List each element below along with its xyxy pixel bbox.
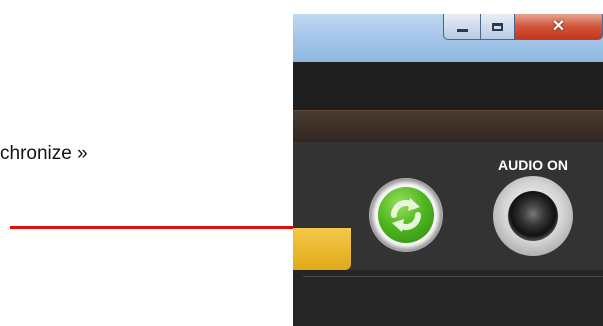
menu-band: [293, 110, 603, 143]
speaker-icon: [508, 191, 558, 241]
app-window: ✕ AUDIO ON: [293, 0, 603, 326]
maximize-icon: [492, 22, 503, 31]
bottom-panel: [293, 270, 603, 326]
close-icon: ✕: [551, 17, 566, 35]
audio-toggle-button[interactable]: [493, 176, 573, 256]
speaker-center: [522, 205, 544, 227]
sync-icon: [378, 187, 434, 243]
header-band: [293, 62, 603, 110]
synchronize-button[interactable]: [369, 178, 443, 252]
minimize-icon: [456, 29, 468, 32]
minimize-button[interactable]: [443, 14, 481, 40]
annotation-caption: chronize »: [0, 143, 88, 164]
window-titlebar: ✕: [293, 0, 603, 63]
bottom-divider: [303, 276, 603, 277]
audio-status-label: AUDIO ON: [498, 157, 568, 173]
close-button[interactable]: ✕: [515, 14, 603, 40]
yellow-tab[interactable]: [293, 228, 351, 270]
maximize-button[interactable]: [481, 14, 515, 40]
